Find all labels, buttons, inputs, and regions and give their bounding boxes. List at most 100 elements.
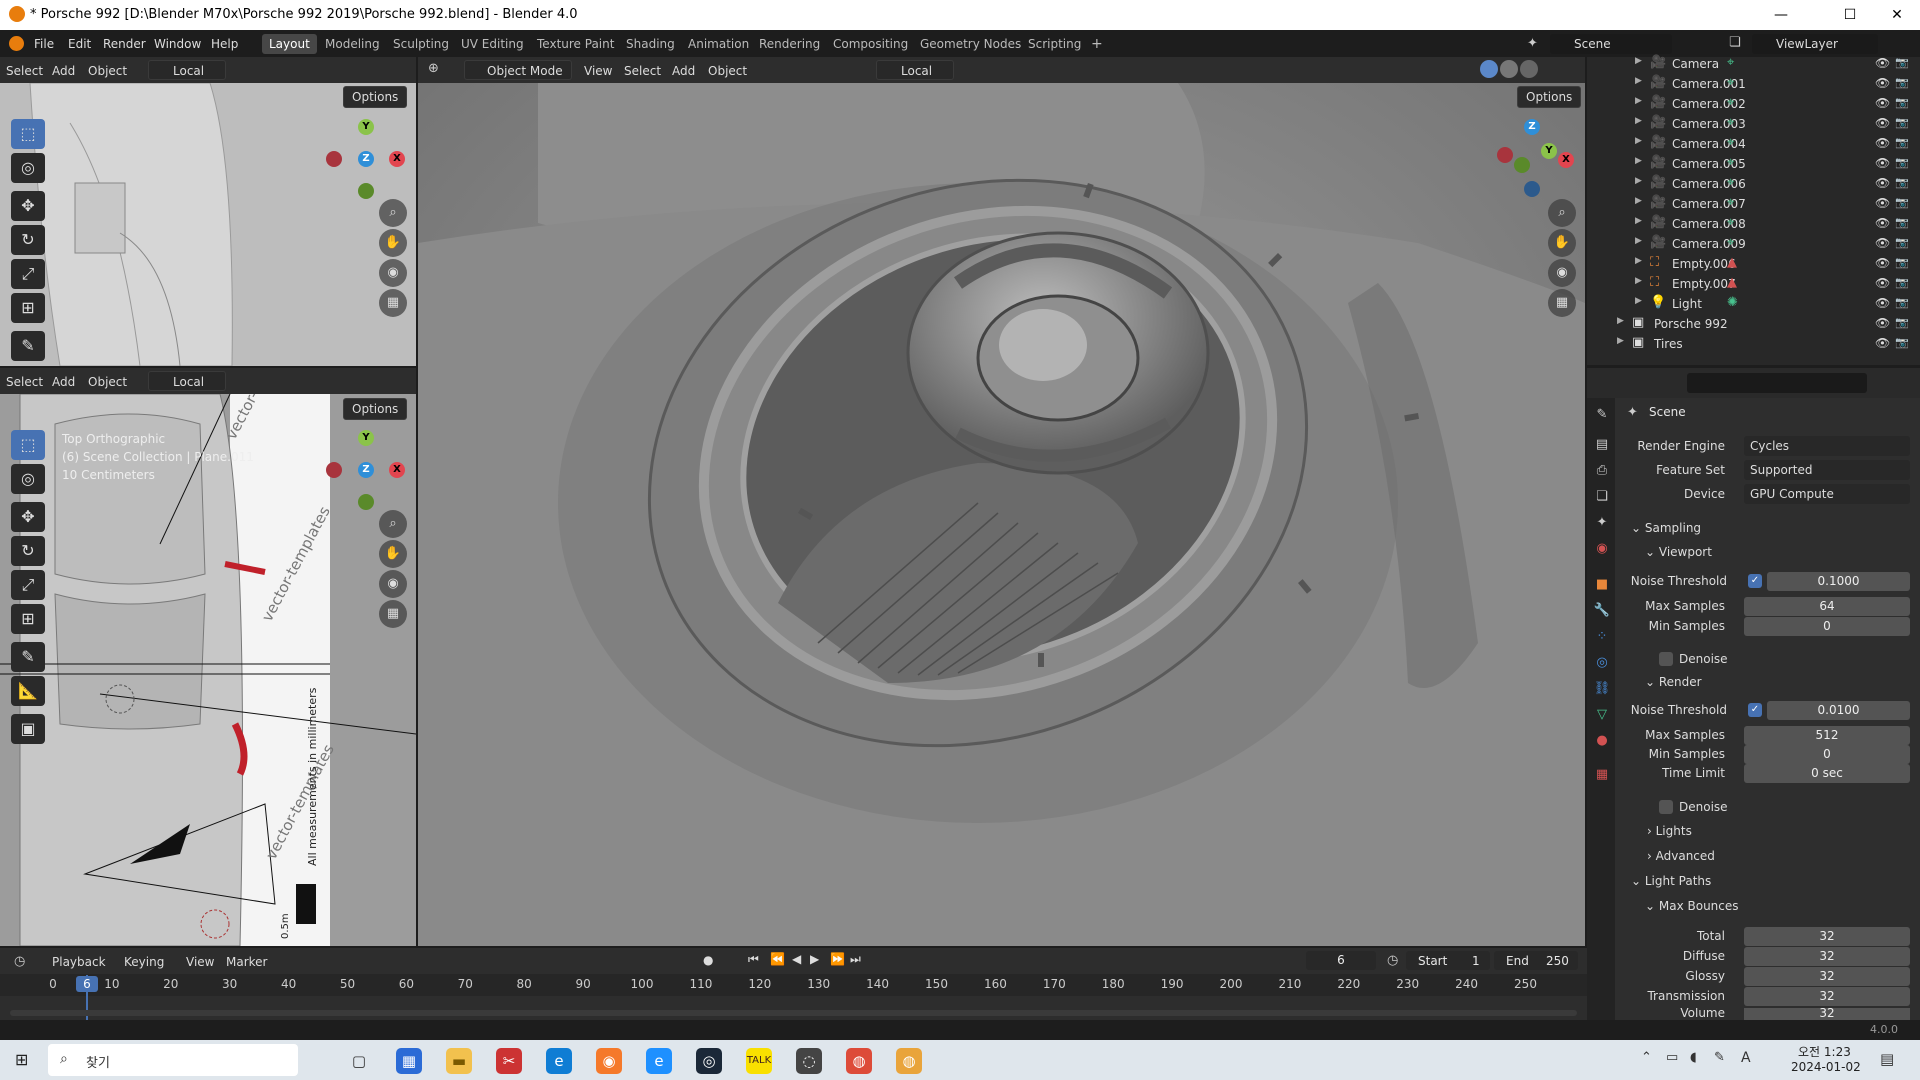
bounce-diffuse-field[interactable]: 32 <box>1744 947 1910 966</box>
calculator-app-icon[interactable]: ▦ <box>396 1048 422 1074</box>
zoom-icon[interactable]: ⌕ <box>1548 199 1576 227</box>
world-tab-icon[interactable]: ◉ <box>1593 540 1611 558</box>
top-viewport-options[interactable]: Options <box>343 398 408 420</box>
jump-keyframe-forward-icon[interactable]: ⏩ <box>830 952 845 966</box>
outliner-item[interactable]: ▶ 🎥 Camera.004 👁 📷 ⌖ <box>1587 134 1920 154</box>
file-explorer-icon[interactable]: ▬ <box>446 1048 472 1074</box>
expand-arrow-icon[interactable]: ▶ <box>1635 56 1642 66</box>
render-noise-threshold-field[interactable]: 0.0100 <box>1767 701 1910 720</box>
expand-arrow-icon[interactable]: ▶ <box>1635 256 1642 266</box>
gizmo-z-axis[interactable]: Z <box>358 151 374 167</box>
render-denoise-label[interactable]: Denoise <box>1679 800 1728 814</box>
transform-tool[interactable]: ⊞ <box>11 293 45 323</box>
outliner-item[interactable]: ▶ ▣ Porsche 992 👁 📷 <box>1587 314 1920 334</box>
visibility-eye-icon[interactable]: 👁 <box>1875 216 1890 230</box>
camera-view-icon[interactable]: ◉ <box>1548 259 1576 287</box>
expand-arrow-icon[interactable]: ▶ <box>1635 156 1642 166</box>
tab-layout[interactable]: Layout <box>262 34 317 54</box>
scene-tab-icon[interactable]: ✦ <box>1593 514 1611 532</box>
viewport-noise-threshold-field[interactable]: 0.1000 <box>1767 572 1910 591</box>
viewport-subsection[interactable]: ⌄ Viewport <box>1645 545 1712 559</box>
pan-hand-icon[interactable]: ✋ <box>379 540 407 568</box>
main-object-menu[interactable]: Object <box>708 61 747 81</box>
main-3d-viewport[interactable]: Options Z Y X ⌕ ✋ ◉ ▦ <box>418 83 1585 946</box>
main-add-menu[interactable]: Add <box>672 61 695 81</box>
render-camera-icon[interactable]: 📷 <box>1895 256 1909 269</box>
scale-tool[interactable]: ⤢ <box>11 570 45 600</box>
render-tab-icon[interactable]: ▤ <box>1593 436 1611 454</box>
viewport-denoise-checkbox[interactable] <box>1659 652 1673 666</box>
gizmo-y-axis[interactable]: Y <box>1541 143 1557 159</box>
jump-keyframe-back-icon[interactable]: ⏪ <box>770 952 785 966</box>
steam-icon[interactable]: ◎ <box>696 1048 722 1074</box>
visibility-eye-icon[interactable]: 👁 <box>1875 296 1890 310</box>
rendered-shading-icon[interactable] <box>1520 60 1538 78</box>
clock-date[interactable]: 2024-01-02 <box>1791 1060 1861 1074</box>
task-view-icon[interactable]: ▢ <box>346 1048 372 1074</box>
visibility-eye-icon[interactable]: 👁 <box>1875 336 1890 350</box>
expand-arrow-icon[interactable]: ▶ <box>1635 196 1642 206</box>
visibility-eye-icon[interactable]: 👁 <box>1875 316 1890 330</box>
measure-tool[interactable]: 📐 <box>11 676 45 706</box>
menu-render[interactable]: Render <box>103 37 146 51</box>
tab-shading[interactable]: Shading <box>619 34 682 54</box>
tab-rendering[interactable]: Rendering <box>752 34 827 54</box>
camera-view-icon[interactable]: ◉ <box>379 259 407 287</box>
network-icon[interactable]: ▭ <box>1666 1050 1678 1065</box>
sampling-section[interactable]: ⌄ Sampling <box>1631 521 1701 535</box>
snipping-tool-icon[interactable]: ✂ <box>496 1048 522 1074</box>
close-button[interactable]: ✕ <box>1874 0 1920 30</box>
scale-tool[interactable]: ⤢ <box>11 259 45 289</box>
outliner-item[interactable]: ▶ 🎥 Camera.001 👁 📷 ⌖ <box>1587 74 1920 94</box>
transform-tool[interactable]: ⊞ <box>11 604 45 634</box>
cursor-tool[interactable]: ◎ <box>11 464 45 494</box>
render-noise-threshold-checkbox[interactable]: ✓ <box>1748 703 1762 717</box>
expand-arrow-icon[interactable]: ▶ <box>1617 336 1624 346</box>
outliner-item[interactable]: ▶ 🎥 Camera.002 👁 📷 ⌖ <box>1587 94 1920 114</box>
move-tool[interactable]: ✥ <box>11 191 45 221</box>
render-camera-icon[interactable]: 📷 <box>1895 316 1909 329</box>
internet-explorer-icon[interactable]: e <box>646 1048 672 1074</box>
material-tab-icon[interactable]: ● <box>1593 732 1611 750</box>
outliner-item[interactable]: ▶ 🎥 Camera.006 👁 📷 ⌖ <box>1587 174 1920 194</box>
small-viewport-object-menu[interactable]: Object <box>88 61 127 81</box>
notification-icon[interactable]: ▤ <box>1880 1050 1894 1068</box>
output-tab-icon[interactable]: ⎙ <box>1593 462 1611 480</box>
visibility-eye-icon[interactable]: 👁 <box>1875 76 1890 90</box>
maximize-button[interactable]: ☐ <box>1827 0 1873 30</box>
select-box-tool[interactable]: ⬚ <box>11 430 45 460</box>
add-cube-tool[interactable]: ▣ <box>11 714 45 744</box>
visibility-eye-icon[interactable]: 👁 <box>1875 256 1890 270</box>
gizmo-x-axis[interactable]: X <box>1558 152 1574 168</box>
camera-data-icon[interactable]: ⌖ <box>1727 175 1734 190</box>
outliner-item[interactable]: ▶ 💡 Light 👁 📷 ✺ <box>1587 294 1920 314</box>
view-layer-tab-icon[interactable]: ❏ <box>1593 488 1611 506</box>
material-shading-icon[interactable] <box>1500 60 1518 78</box>
outliner-item[interactable]: ▶ ⛶ Empty.007 👁 📷 ▲ <box>1587 274 1920 294</box>
zoom-icon[interactable]: ⌕ <box>379 510 407 538</box>
empty-data-icon[interactable]: ▲ <box>1727 275 1737 290</box>
top-viewport-select-menu[interactable]: Select <box>6 372 43 392</box>
advanced-subsection[interactable]: › Advanced <box>1647 849 1715 863</box>
record-button[interactable]: ● <box>703 953 713 967</box>
edge-browser-icon[interactable]: e <box>546 1048 572 1074</box>
tab-scripting[interactable]: Scripting <box>1021 34 1088 54</box>
taskbar-search-box[interactable]: ⌕ 찾기 <box>48 1044 298 1076</box>
ortho-grid-icon[interactable]: ▦ <box>1548 289 1576 317</box>
camera-data-icon[interactable]: ⌖ <box>1727 115 1734 130</box>
timeline-view-menu[interactable]: View <box>186 952 214 972</box>
tab-sculpting[interactable]: Sculpting <box>386 34 456 54</box>
time-limit-field[interactable]: 0 sec <box>1744 764 1910 783</box>
visibility-eye-icon[interactable]: 👁 <box>1875 176 1890 190</box>
particles-tab-icon[interactable]: ⁘ <box>1593 628 1611 646</box>
outliner-item[interactable]: ▶ 🎥 Camera.009 👁 📷 ⌖ <box>1587 234 1920 254</box>
move-tool[interactable]: ✥ <box>11 502 45 532</box>
view-layer-selector[interactable]: ViewLayer <box>1752 34 1878 54</box>
ortho-grid-icon[interactable]: ▦ <box>379 289 407 317</box>
current-frame-field[interactable]: 6 <box>1306 951 1376 970</box>
render-camera-icon[interactable]: 📷 <box>1895 296 1909 309</box>
camera-data-icon[interactable]: ⌖ <box>1727 195 1734 210</box>
play-reverse-icon[interactable]: ◀ <box>792 952 801 966</box>
outliner-item[interactable]: ▶ 🎥 Camera 👁 📷 ⌖ <box>1587 54 1920 74</box>
bounce-transmission-field[interactable]: 32 <box>1744 987 1910 1006</box>
